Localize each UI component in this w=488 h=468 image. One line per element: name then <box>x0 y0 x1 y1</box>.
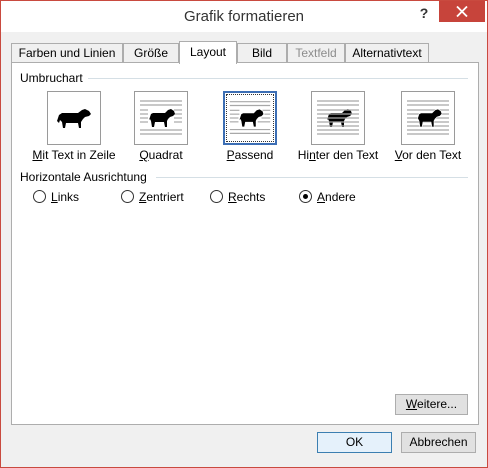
tab-layout[interactable]: Layout <box>179 41 237 64</box>
tab-textfeld: Textfeld <box>287 43 345 63</box>
dog-icon <box>229 101 271 134</box>
more-button[interactable]: Weitere... <box>395 394 468 415</box>
wrap-option-in-front-of-text[interactable]: Vor den Text <box>383 91 473 165</box>
close-icon <box>456 6 468 17</box>
help-button[interactable]: ? <box>413 3 435 23</box>
close-button[interactable] <box>439 1 485 22</box>
radio-circle[interactable] <box>33 190 46 203</box>
radio-circle[interactable] <box>121 190 134 203</box>
wrapping-group-divider <box>88 78 468 79</box>
align-right-label: Rechts <box>228 190 266 204</box>
tab-groesse[interactable]: Größe <box>123 43 179 63</box>
alignment-group-label: Horizontale Ausrichtung <box>20 170 147 184</box>
wrap-tight-preview <box>223 91 277 145</box>
wrap-in-front-preview <box>401 91 455 145</box>
dog-icon <box>407 100 449 135</box>
radio-circle[interactable] <box>299 190 312 203</box>
tab-strip: Farben und Linien Größe Layout Bild Text… <box>11 41 479 64</box>
wrap-in-line-preview <box>47 91 101 145</box>
layout-panel: Umbruchart Mit Text in Zeile Quadrat Pas… <box>11 62 479 425</box>
title-bar: Grafik formatieren ? <box>1 1 487 32</box>
wrapping-group-label: Umbruchart <box>20 71 83 85</box>
radio-circle[interactable] <box>210 190 223 203</box>
dog-icon <box>140 100 182 135</box>
align-left-label: Links <box>51 190 80 204</box>
tab-alternativtext[interactable]: Alternativtext <box>345 43 429 63</box>
cancel-button[interactable]: Abbrechen <box>401 432 476 453</box>
wrap-in-front-label: Vor den Text <box>394 148 462 162</box>
wrap-behind-text-preview <box>311 91 365 145</box>
align-other-label: Andere <box>317 190 356 204</box>
tab-bild[interactable]: Bild <box>237 43 287 63</box>
dog-icon <box>317 100 359 135</box>
dog-icon <box>57 109 91 128</box>
dialog-window: Grafik formatieren ? Farben und Linien G… <box>0 0 488 468</box>
align-center-label: Zentriert <box>139 190 184 204</box>
tab-farben-und-linien[interactable]: Farben und Linien <box>11 43 123 63</box>
wrap-square-preview <box>134 91 188 145</box>
alignment-group-divider <box>156 177 468 178</box>
ok-button[interactable]: OK <box>317 432 392 453</box>
